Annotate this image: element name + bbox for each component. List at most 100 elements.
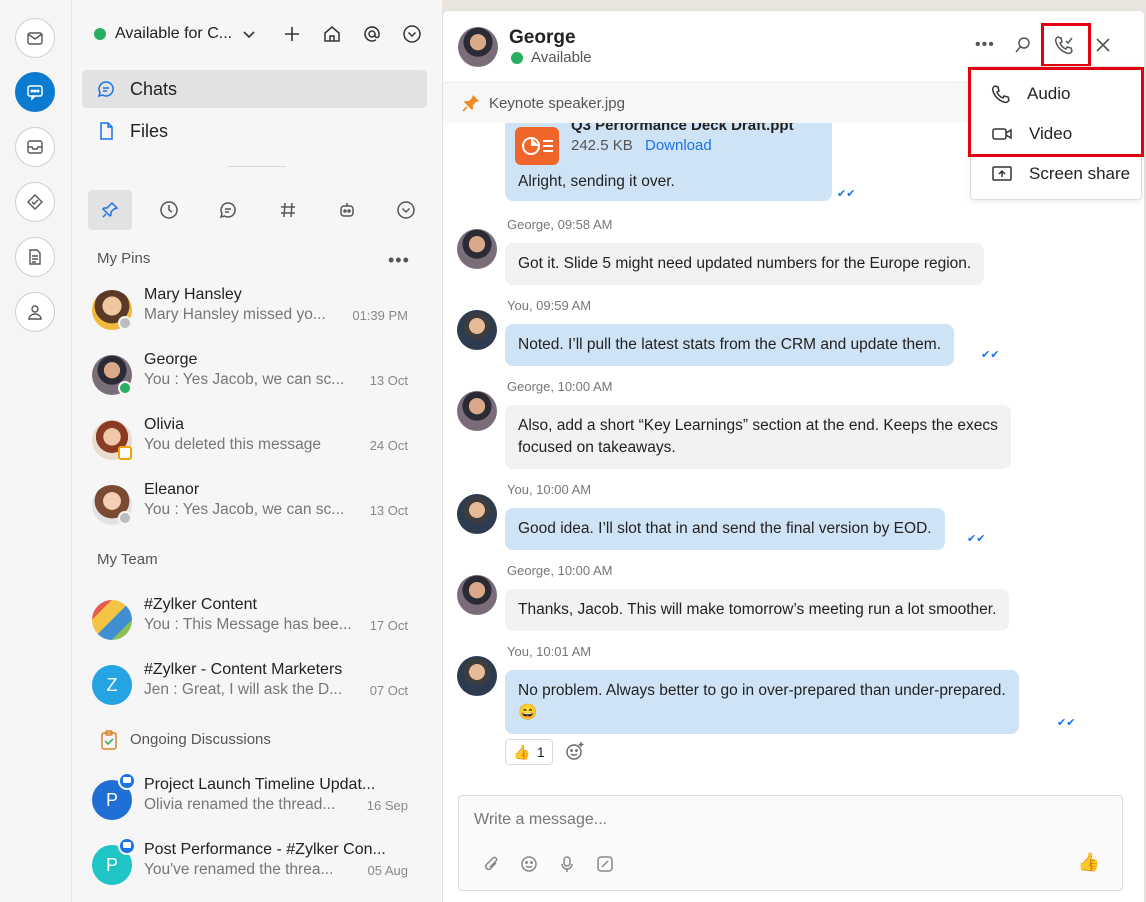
avatar bbox=[457, 229, 497, 269]
plus-icon[interactable] bbox=[280, 20, 304, 48]
chat-icon[interactable] bbox=[15, 72, 55, 112]
chat-bubble-icon bbox=[97, 81, 114, 98]
more-dots-icon[interactable]: ••• bbox=[388, 250, 410, 271]
message-input[interactable] bbox=[459, 796, 1122, 844]
chat-item-zylker-content[interactable]: #Zylker Content You : This Message has b… bbox=[90, 594, 430, 654]
filter-recent[interactable] bbox=[147, 190, 191, 230]
message-bubble[interactable]: Noted. I’ll pull the latest stats from t… bbox=[505, 324, 955, 366]
avatar bbox=[457, 494, 497, 534]
avatar bbox=[457, 391, 497, 431]
compose-icon[interactable] bbox=[595, 854, 615, 874]
message-meta: You, 09:59 AM bbox=[507, 298, 592, 313]
attachment-icon[interactable] bbox=[481, 854, 501, 874]
inbox-icon[interactable] bbox=[15, 127, 55, 167]
chat-time: 16 Sep bbox=[366, 798, 408, 813]
message-bubble[interactable]: Got it. Slide 5 might need updated numbe… bbox=[505, 243, 985, 285]
menu-item-label: Screen share bbox=[1029, 164, 1131, 183]
mention-icon[interactable] bbox=[360, 20, 384, 48]
menu-highlight bbox=[968, 67, 1144, 157]
contacts-icon[interactable] bbox=[15, 292, 55, 332]
thread-icon bbox=[118, 837, 136, 855]
message-meta: You, 10:00 AM bbox=[507, 482, 592, 497]
download-link[interactable]: Download bbox=[645, 137, 712, 154]
file-name: Q3 Performance Deck Draft.ppt bbox=[571, 123, 794, 134]
nav-files-label: Files bbox=[130, 120, 169, 141]
filter-chats[interactable] bbox=[206, 190, 250, 230]
message-list: Q3 Performance Deck Draft.ppt 242.5 KB D… bbox=[443, 123, 1144, 783]
avatar-initial: P bbox=[105, 854, 118, 875]
pin-icon bbox=[462, 95, 479, 112]
reaction-chip[interactable]: 👍 1 bbox=[505, 739, 553, 765]
message-bubble[interactable]: Also, add a short “Key Learnings” sectio… bbox=[505, 405, 1011, 469]
hash-icon bbox=[280, 202, 295, 218]
chat-preview: You deleted this message bbox=[144, 436, 321, 453]
call-button-highlight bbox=[1041, 23, 1091, 67]
mail-icon[interactable] bbox=[15, 18, 55, 58]
filter-bots[interactable] bbox=[325, 190, 369, 230]
tasks-icon[interactable] bbox=[15, 182, 55, 222]
message-bubble[interactable]: No problem. Always better to go in over-… bbox=[505, 670, 1019, 734]
divider bbox=[228, 166, 286, 167]
presence-indicator bbox=[118, 381, 132, 395]
chat-time: 24 Oct bbox=[369, 438, 408, 453]
avatar-initial: Z bbox=[106, 674, 118, 695]
chat-preview: Jen : Great, I will ask the D... bbox=[144, 681, 343, 698]
chat-name: George bbox=[144, 351, 198, 368]
chat-name: Olivia bbox=[144, 416, 185, 433]
chat-name: #Zylker - Content Marketers bbox=[144, 661, 343, 678]
section-my-pins: My Pins bbox=[97, 250, 151, 267]
avatar bbox=[457, 656, 497, 696]
message-meta: George, 10:00 AM bbox=[507, 379, 613, 394]
microphone-icon[interactable] bbox=[557, 854, 577, 874]
emoji-icon[interactable] bbox=[519, 854, 539, 874]
message-composer: 👍 bbox=[458, 795, 1123, 891]
ppt-file-icon bbox=[515, 127, 559, 165]
chat-item-post-performance[interactable]: P Post Performance - #Zylker Con... You'… bbox=[90, 837, 430, 899]
nav-files[interactable]: Files bbox=[82, 112, 427, 150]
file-attachment[interactable]: Q3 Performance Deck Draft.ppt 242.5 KB D… bbox=[505, 123, 832, 201]
app-rail bbox=[0, 0, 72, 902]
add-reaction-icon[interactable] bbox=[565, 741, 585, 766]
message-bubble[interactable]: Good idea. I’ll slot that in and send th… bbox=[505, 508, 945, 550]
chat-preview: You : Yes Jacob, we can sc... bbox=[144, 501, 345, 518]
contact-name[interactable]: George bbox=[509, 27, 576, 49]
thread-icon bbox=[118, 772, 136, 790]
filter-more[interactable] bbox=[384, 190, 428, 230]
chevron-down-icon bbox=[243, 31, 255, 39]
message-meta: George, 09:58 AM bbox=[507, 217, 613, 232]
chat-preview: You : This Message has bee... bbox=[144, 616, 352, 633]
menu-item-screen-share[interactable]: Screen share bbox=[971, 154, 1141, 194]
chat-preview: Olivia renamed the thread... bbox=[144, 796, 336, 813]
message-text: Alright, sending it over. bbox=[518, 173, 675, 190]
pin-icon bbox=[101, 201, 119, 218]
nav-chats[interactable]: Chats bbox=[82, 70, 427, 108]
chat-time: 01:39 PM bbox=[352, 308, 408, 323]
presence-indicator bbox=[118, 511, 132, 525]
chat-item-eleanor[interactable]: Eleanor You : Yes Jacob, we can sc... 13… bbox=[90, 479, 430, 539]
more-options-icon[interactable] bbox=[400, 20, 424, 48]
chat-item-george[interactable]: George You : Yes Jacob, we can sc... 13 … bbox=[90, 349, 430, 409]
avatar[interactable] bbox=[458, 27, 498, 67]
home-icon[interactable] bbox=[320, 20, 344, 48]
filter-pinned[interactable] bbox=[88, 190, 132, 230]
message-bubble[interactable]: Thanks, Jacob. This will make tomorrow’s… bbox=[505, 589, 1010, 631]
chat-time: 13 Oct bbox=[369, 373, 408, 388]
chat-item-olivia[interactable]: Olivia You deleted this message 24 Oct bbox=[90, 414, 430, 474]
chat-item-project-launch[interactable]: P Project Launch Timeline Updat... Olivi… bbox=[90, 772, 430, 834]
chat-name: Project Launch Timeline Updat... bbox=[144, 776, 376, 793]
chat-item-zylker-marketers[interactable]: Z #Zylker - Content Marketers Jen : Grea… bbox=[90, 659, 430, 719]
contact-status-label: Available bbox=[531, 49, 592, 66]
notes-icon[interactable] bbox=[15, 237, 55, 277]
more-icon[interactable]: ••• bbox=[975, 33, 995, 57]
chat-name: #Zylker Content bbox=[144, 596, 257, 613]
chat-item-mary[interactable]: Mary Hansley Mary Hansley missed yo... 0… bbox=[90, 284, 430, 344]
chat-list-panel: Available for C... Chats Files My Pins •… bbox=[72, 0, 442, 902]
close-icon[interactable] bbox=[1095, 33, 1111, 57]
thumbs-up-send-icon[interactable]: 👍 bbox=[1078, 852, 1100, 873]
chat-preview: You've renamed the threa... bbox=[144, 861, 334, 878]
filter-channels[interactable] bbox=[266, 190, 310, 230]
search-icon[interactable] bbox=[1013, 33, 1033, 57]
message-line: No problem. Always better to go in over-… bbox=[518, 682, 1006, 699]
avatar bbox=[92, 600, 132, 640]
avatar-initial: P bbox=[105, 789, 118, 810]
